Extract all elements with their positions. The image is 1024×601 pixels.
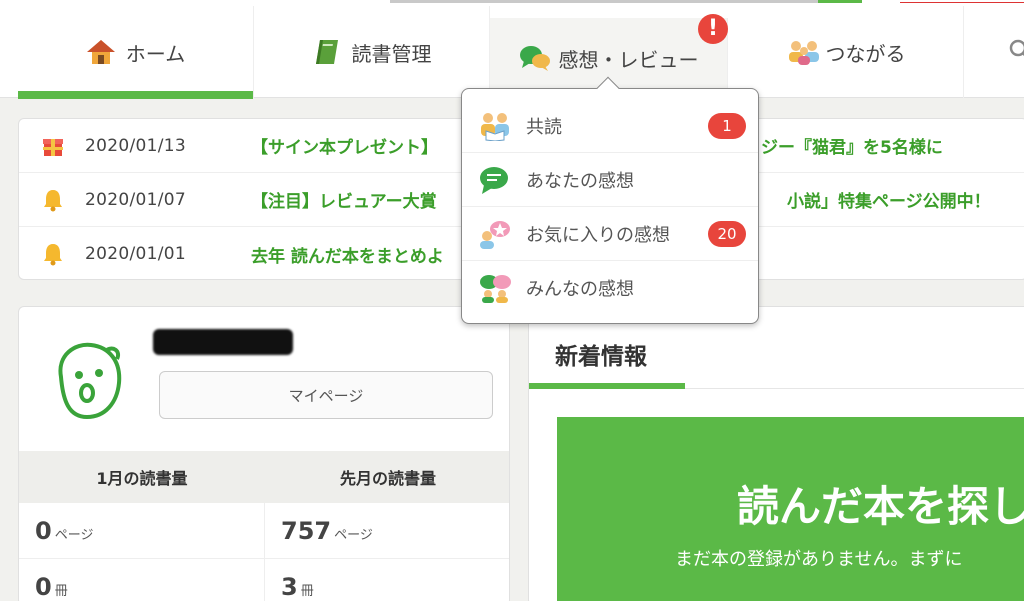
stat-unit: ページ (54, 528, 94, 543)
search-bar-edge (390, 0, 830, 3)
news-title[interactable]: 去年 読んだ本をまとめよ (251, 242, 444, 267)
news-date: 2020/01/01 (85, 244, 186, 264)
stat-cell[interactable]: 3 冊 (265, 559, 509, 601)
tab-connect[interactable]: つながる (728, 6, 964, 98)
tab-home[interactable]: ホーム (18, 6, 254, 99)
reviews-dropdown-menu: 共読 1 あなたの感想 お気に入りの感想 20 みんなの感想 (461, 76, 759, 324)
stat-unit: 冊 (54, 584, 68, 599)
tab-home-label: ホーム (125, 41, 186, 66)
menu-item-label: みんなの感想 (526, 279, 634, 300)
menu-item-your-reviews[interactable]: あなたの感想 (462, 153, 758, 207)
people-icon (786, 38, 819, 66)
tab-reviews-label: 感想・レビュー (558, 47, 699, 72)
stats-header-this-month: 1月の読書量 (96, 469, 188, 488)
tab-reading-management-label: 読書管理 (351, 41, 432, 66)
news-title[interactable]: 【サイン本プレゼント】 (251, 133, 438, 158)
house-icon (86, 38, 116, 66)
stat-unit: 冊 (300, 584, 314, 599)
stats-row-books: 0 冊 3 冊 (19, 559, 509, 601)
search-button-edge[interactable] (818, 0, 862, 3)
stats-header-last-month: 先月の読書量 (339, 469, 436, 488)
menu-item-everyone-reviews[interactable]: みんなの感想 (462, 261, 758, 315)
stat-value: 757 (281, 516, 332, 545)
stat-cell[interactable]: 0 ページ (19, 503, 265, 558)
mypage-button[interactable]: マイページ (159, 371, 493, 419)
favorite-review-icon (478, 219, 512, 249)
menu-item-coread[interactable]: 共読 1 (462, 99, 758, 153)
new-info-panel: 新着情報 読んだ本を探し まだ本の登録がありません。まずに (528, 306, 1024, 601)
tab-new-info[interactable]: 新着情報 (555, 337, 647, 371)
header-edge (900, 0, 1024, 3)
tab-active-indicator (529, 383, 685, 389)
tab-reading-management[interactable]: 読書管理 (254, 6, 490, 98)
stats-row-pages: 0 ページ 757 ページ (19, 503, 509, 559)
bell-icon (41, 242, 65, 266)
find-books-banner[interactable]: 読んだ本を探し まだ本の登録がありません。まずに (557, 417, 1024, 601)
avatar[interactable] (47, 337, 127, 423)
stat-cell[interactable]: 757 ページ (265, 503, 509, 558)
banner-title: 読んだ本を探し (737, 482, 1024, 531)
stats-header: 1月の読書量 先月の読書量 (19, 451, 509, 503)
menu-item-favorite-reviews[interactable]: お気に入りの感想 20 (462, 207, 758, 261)
stat-cell[interactable]: 0 冊 (19, 559, 265, 601)
news-date: 2020/01/13 (85, 135, 186, 156)
menu-item-label: お気に入りの感想 (526, 224, 670, 246)
bell-icon (41, 188, 65, 212)
stat-unit: ページ (334, 528, 373, 543)
count-badge: 1 (708, 113, 746, 139)
profile-card: マイページ 1月の読書量 先月の読書量 0 ページ 757 ページ 0 冊 3 … (18, 306, 510, 601)
tab-connect-label: つながる (825, 41, 906, 66)
chat-icon (478, 165, 512, 195)
news-date: 2020/01/07 (85, 189, 186, 210)
speech-bubbles-icon (519, 44, 550, 72)
book-icon (312, 38, 342, 66)
group-chat-icon (478, 273, 512, 303)
gift-icon (41, 134, 65, 158)
news-title-tail[interactable]: ジー『猫君』を5名様に (761, 133, 943, 158)
menu-item-label: 共読 (526, 116, 562, 138)
news-title-tail[interactable]: 小説」特集ページ公開中！ (787, 187, 991, 212)
reviews-alert-badge: ! (698, 14, 728, 44)
news-title[interactable]: 【注目】レビュアー大賞 (251, 187, 437, 212)
stat-value: 3 (281, 572, 298, 601)
main-nav: ホーム 読書管理 感想・レビュー ! つながる (0, 6, 1024, 99)
search-icon (1008, 38, 1024, 67)
username-redacted (153, 329, 293, 355)
stat-value: 0 (35, 516, 52, 545)
menu-item-label: あなたの感想 (526, 170, 634, 192)
stat-value: 0 (35, 572, 52, 601)
count-badge: 20 (708, 221, 746, 247)
people-reading-icon (478, 111, 512, 142)
banner-subtitle: まだ本の登録がありません。まずに (675, 549, 963, 570)
tab-search[interactable] (964, 6, 1024, 98)
